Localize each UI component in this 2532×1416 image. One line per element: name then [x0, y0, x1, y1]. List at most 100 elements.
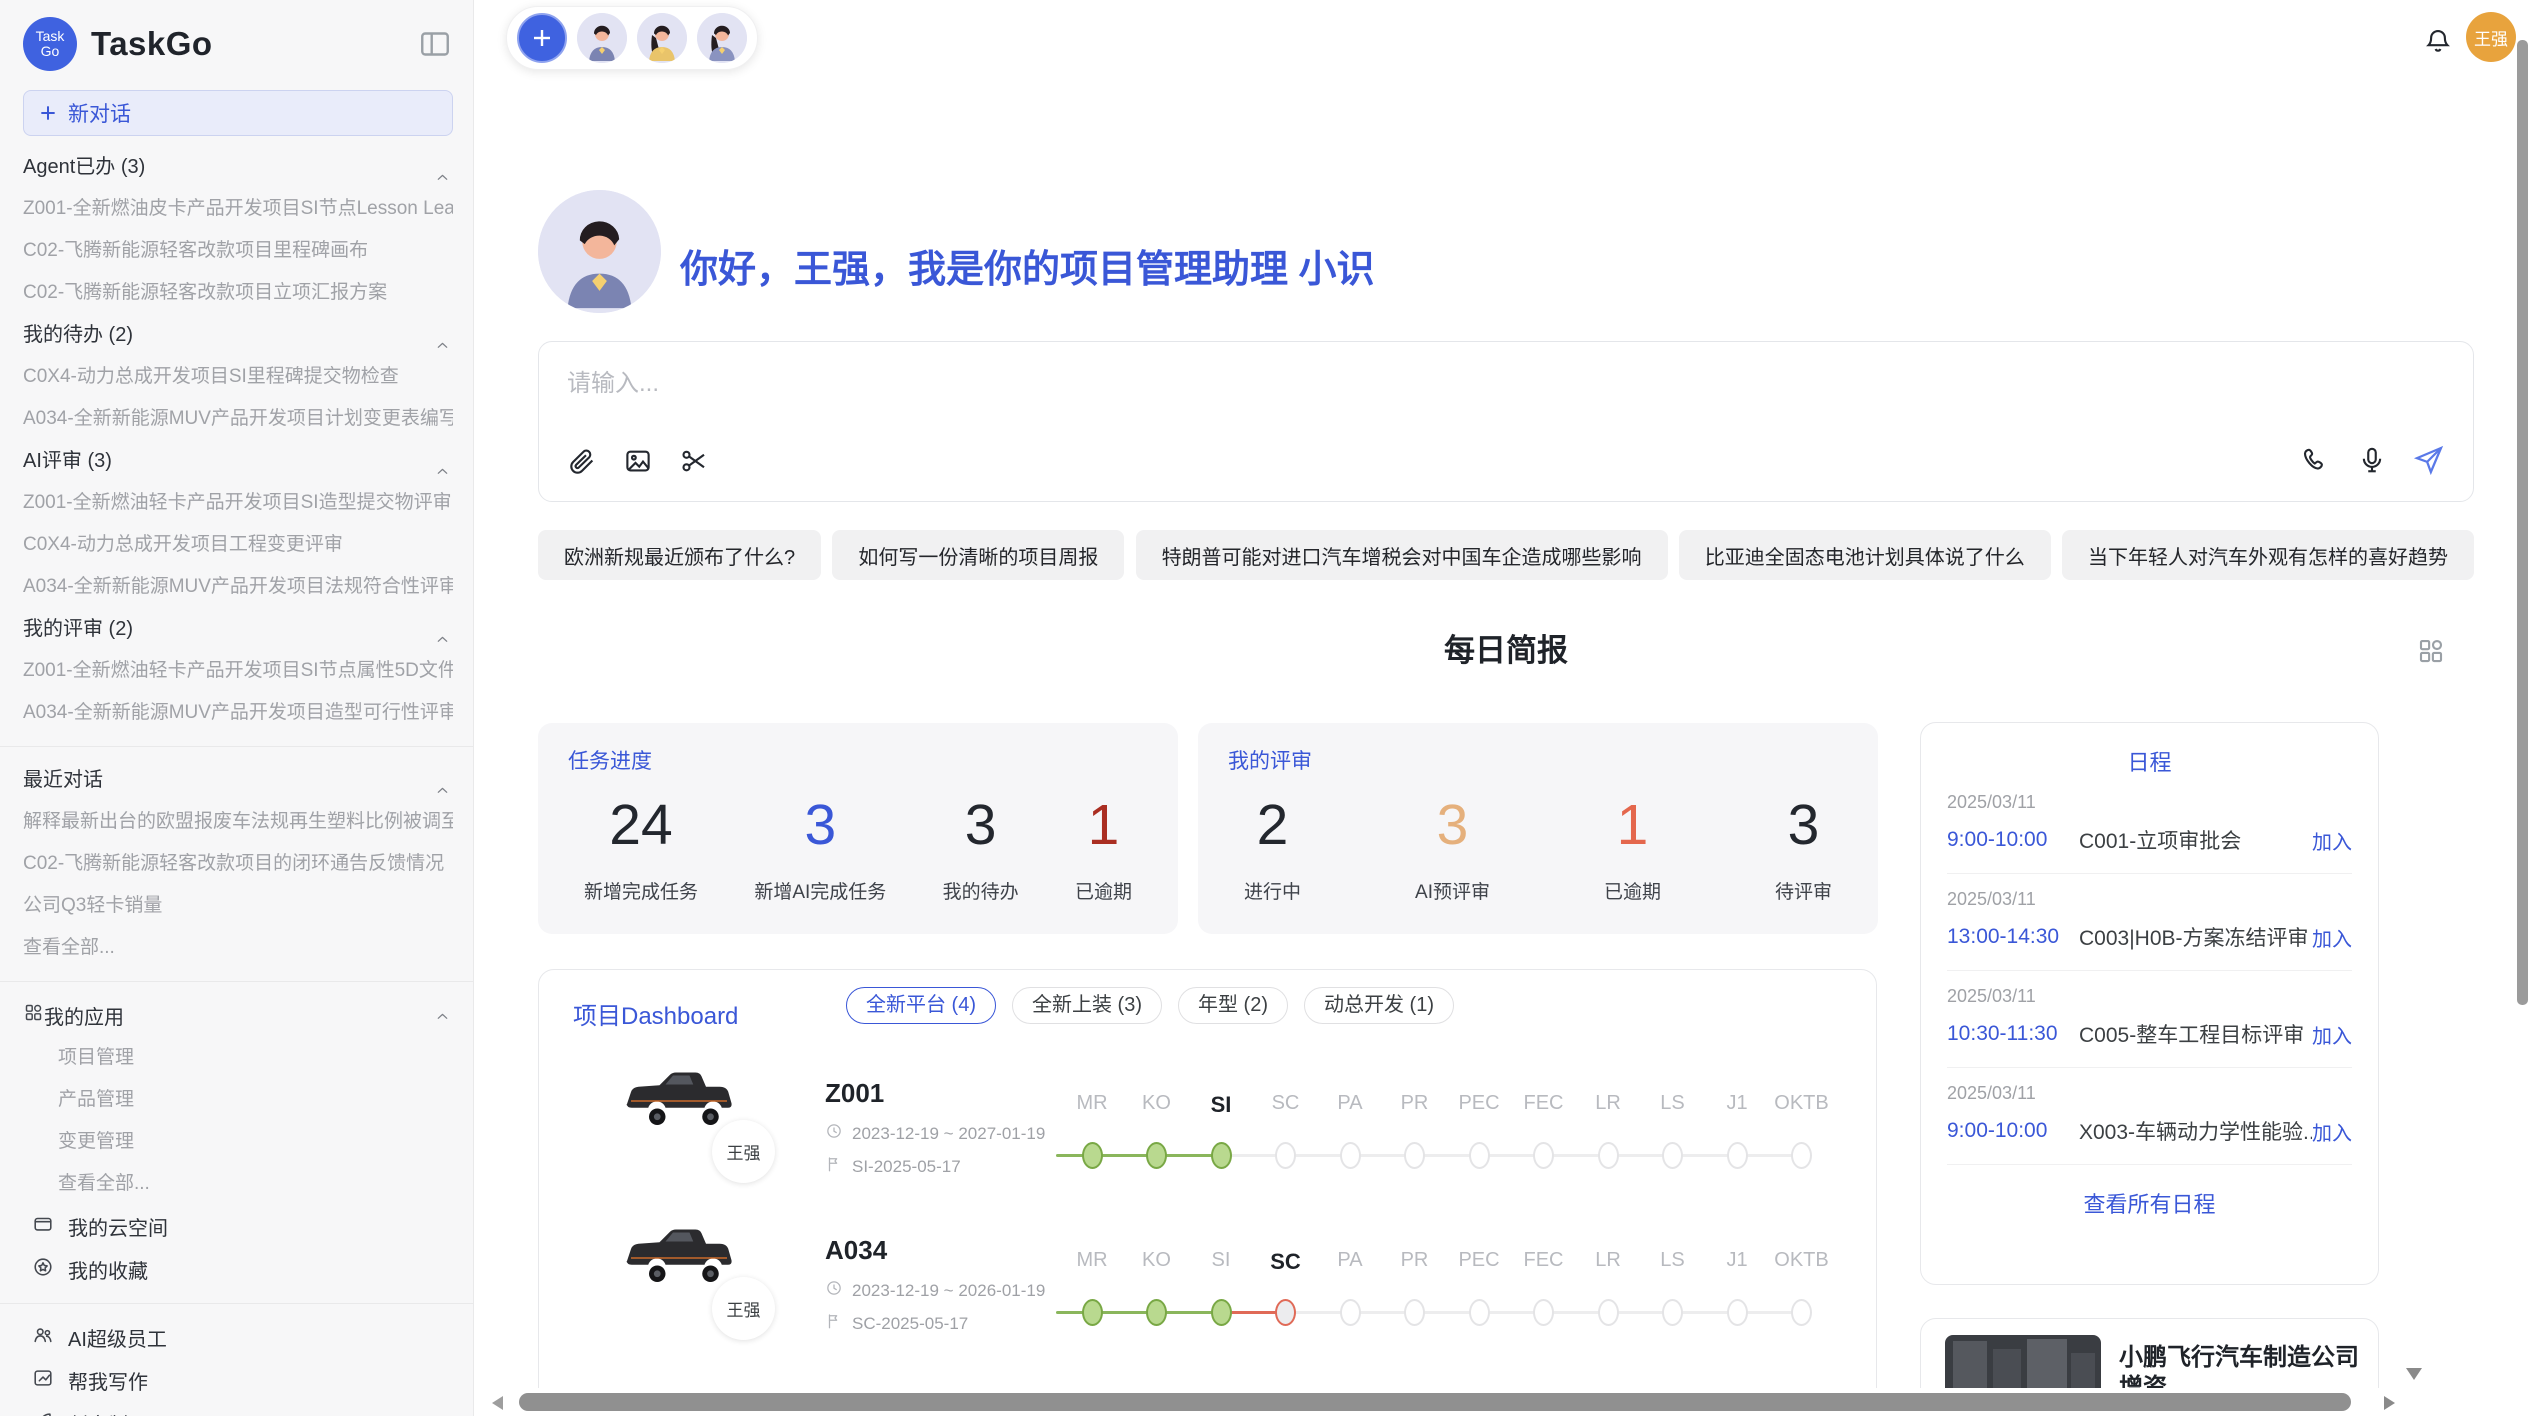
- sidebar-task-item[interactable]: Z001-全新燃油轻卡产品开发项目SI造型提交物评审: [23, 482, 453, 524]
- join-meeting-link[interactable]: 加入: [2312, 826, 2352, 855]
- chevron-up-icon[interactable]: [434, 621, 451, 650]
- user-avatar[interactable]: 王强: [2466, 12, 2516, 62]
- sidebar-link-favorites[interactable]: 我的收藏: [23, 1248, 453, 1291]
- dashboard-tab[interactable]: 年型 (2): [1178, 987, 1288, 1024]
- suggestion-chip[interactable]: 如何写一份清晰的项目周报: [832, 530, 1124, 580]
- scroll-down-arrow[interactable]: [2406, 1368, 2422, 1380]
- chevron-up-icon[interactable]: [434, 453, 451, 482]
- milestone-dot-j1[interactable]: [1727, 1142, 1748, 1169]
- milestone-dot-mr[interactable]: [1082, 1299, 1103, 1326]
- milestone-dot-si[interactable]: [1211, 1142, 1232, 1169]
- milestone-dot-sc[interactable]: [1275, 1299, 1296, 1326]
- sidebar-task-item[interactable]: A034-全新新能源MUV产品开发项目法规符合性评审: [23, 566, 453, 608]
- scroll-left-arrow[interactable]: [492, 1396, 503, 1410]
- milestone-dot-si[interactable]: [1211, 1299, 1232, 1326]
- agent-avatar-1[interactable]: [577, 13, 627, 63]
- chevron-up-icon[interactable]: [434, 1008, 451, 1031]
- sidebar-task-item[interactable]: C02-飞腾新能源轻客改款项目立项汇报方案: [23, 272, 453, 314]
- sidebar-task-item[interactable]: A034-全新新能源MUV产品开发项目造型可行性评审: [23, 692, 453, 734]
- milestone-dot-ls[interactable]: [1662, 1142, 1683, 1169]
- schedule-entry[interactable]: 2025/03/119:00-10:00C001-立项审批会加入: [1947, 777, 2352, 874]
- dashboard-tab[interactable]: 全新上装 (3): [1012, 987, 1162, 1024]
- milestone-dot-j1[interactable]: [1727, 1299, 1748, 1326]
- sidebar-link-cloud-space[interactable]: 我的云空间: [23, 1205, 453, 1248]
- send-icon[interactable]: [2413, 444, 2445, 481]
- app-link-item[interactable]: 项目管理: [23, 1037, 453, 1079]
- dashboard-tab[interactable]: 动总开发 (1): [1304, 987, 1454, 1024]
- sidebar-task-item[interactable]: C02-飞腾新能源轻客改款项目里程碑画布: [23, 230, 453, 272]
- recent-conversations[interactable]: 最近对话: [23, 759, 453, 801]
- sidebar-task-item[interactable]: A034-全新新能源MUV产品开发项目计划变更表编写: [23, 398, 453, 440]
- chat-input[interactable]: [567, 364, 2067, 404]
- milestone-dot-lr[interactable]: [1598, 1299, 1619, 1326]
- app-link-item[interactable]: 产品管理: [23, 1079, 453, 1121]
- image-upload-icon[interactable]: [623, 446, 653, 481]
- schedule-entry[interactable]: 2025/03/1110:30-11:30C005-整车工程目标评审加入: [1947, 971, 2352, 1068]
- recent-conversation-item[interactable]: 查看全部...: [23, 927, 453, 969]
- sidebar-task-item[interactable]: Z001-全新燃油皮卡产品开发项目SI节点Lesson Learn报告: [23, 188, 453, 230]
- milestone-dot-pec[interactable]: [1469, 1299, 1490, 1326]
- sidebar-task-item[interactable]: C0X4-动力总成开发项目工程变更评审: [23, 524, 453, 566]
- milestone-dot-oktb[interactable]: [1791, 1142, 1812, 1169]
- sidebar-section-3[interactable]: 我的评审 (2): [23, 608, 453, 650]
- milestone-dot-lr[interactable]: [1598, 1142, 1619, 1169]
- sidebar-tool-1[interactable]: 帮我写作: [23, 1359, 453, 1402]
- milestone-dot-sc[interactable]: [1275, 1142, 1296, 1169]
- microphone-icon[interactable]: [2357, 445, 2387, 480]
- sidebar-task-item[interactable]: C0X4-动力总成开发项目SI里程碑提交物检查: [23, 356, 453, 398]
- scissors-icon[interactable]: [679, 446, 709, 481]
- sidebar-section-2[interactable]: AI评审 (3): [23, 440, 453, 482]
- project-row-a034[interactable]: 王强A0342023-12-19 ~ 2026-01-19SC-2025-05-…: [539, 1213, 1877, 1373]
- sidebar-task-item[interactable]: Z001-全新燃油轻卡产品开发项目SI节点属性5D文件评审: [23, 650, 453, 692]
- new-chat-button[interactable]: 新对话: [23, 90, 453, 136]
- project-row-z001[interactable]: 王强Z0012023-12-19 ~ 2027-01-19SI-2025-05-…: [539, 1056, 1877, 1216]
- sidebar-my-apps[interactable]: 我的应用: [23, 994, 453, 1037]
- sidebar-section-1[interactable]: 我的待办 (2): [23, 314, 453, 356]
- milestone-dot-ko[interactable]: [1146, 1299, 1167, 1326]
- suggestion-chip[interactable]: 当下年轻人对汽车外观有怎样的喜好趋势: [2062, 530, 2474, 580]
- schedule-entry[interactable]: 2025/03/1113:00-14:30C003|H0B-方案冻结评审加入: [1947, 874, 2352, 971]
- collapse-sidebar-icon[interactable]: [417, 26, 453, 62]
- dashboard-tab[interactable]: 全新平台 (4): [846, 987, 996, 1024]
- suggestion-chip[interactable]: 欧洲新规最近颁布了什么?: [538, 530, 821, 580]
- app-link-item[interactable]: 变更管理: [23, 1121, 453, 1163]
- chevron-up-icon[interactable]: [434, 772, 451, 801]
- sidebar-tool-2[interactable]: 创意制图: [23, 1402, 453, 1416]
- agent-avatar-3[interactable]: [697, 13, 747, 63]
- chevron-up-icon[interactable]: [434, 159, 451, 188]
- milestone-dot-fec[interactable]: [1533, 1299, 1554, 1326]
- milestone-dot-ls[interactable]: [1662, 1299, 1683, 1326]
- milestone-dot-pr[interactable]: [1404, 1299, 1425, 1326]
- milestone-dot-pec[interactable]: [1469, 1142, 1490, 1169]
- chevron-up-icon[interactable]: [434, 327, 451, 356]
- notifications-bell-icon[interactable]: [2423, 26, 2453, 61]
- sidebar-tool-0[interactable]: AI超级员工: [23, 1316, 453, 1359]
- agent-avatar-2[interactable]: [637, 13, 687, 63]
- suggestion-chip[interactable]: 比亚迪全固态电池计划具体说了什么: [1679, 530, 2051, 580]
- milestone-dot-pr[interactable]: [1404, 1142, 1425, 1169]
- join-meeting-link[interactable]: 加入: [2312, 923, 2352, 952]
- recent-conversation-item[interactable]: 解释最新出台的欧盟报废车法规再生塑料比例被调至15%...: [23, 801, 453, 843]
- schedule-entry[interactable]: 2025/03/119:00-10:00X003-车辆动力学性能验...加入: [1947, 1068, 2352, 1165]
- recent-conversation-item[interactable]: C02-飞腾新能源轻客改款项目的闭环通告反馈情况: [23, 843, 453, 885]
- voice-call-icon[interactable]: [2301, 445, 2331, 480]
- horizontal-scrollbar-thumb[interactable]: [519, 1393, 2351, 1411]
- milestone-dot-ko[interactable]: [1146, 1142, 1167, 1169]
- join-meeting-link[interactable]: 加入: [2312, 1020, 2352, 1049]
- milestone-dot-mr[interactable]: [1082, 1142, 1103, 1169]
- attachment-icon[interactable]: [567, 446, 597, 481]
- add-conversation-button[interactable]: [517, 13, 567, 63]
- recent-conversation-item[interactable]: 公司Q3轻卡销量: [23, 885, 453, 927]
- join-meeting-link[interactable]: 加入: [2312, 1117, 2352, 1146]
- milestone-dot-pa[interactable]: [1340, 1299, 1361, 1326]
- vertical-scrollbar-thumb[interactable]: [2517, 40, 2528, 1005]
- sidebar-section-0[interactable]: Agent已办 (3): [23, 146, 453, 188]
- milestone-dot-pa[interactable]: [1340, 1142, 1361, 1169]
- view-all-schedule-link[interactable]: 查看所有日程: [1947, 1187, 2352, 1219]
- milestone-dot-fec[interactable]: [1533, 1142, 1554, 1169]
- suggestion-chip[interactable]: 特朗普可能对进口汽车增税会对中国车企造成哪些影响: [1136, 530, 1668, 580]
- briefing-layout-icon[interactable]: [2416, 636, 2446, 671]
- scroll-right-arrow[interactable]: [2384, 1396, 2395, 1410]
- milestone-dot-oktb[interactable]: [1791, 1299, 1812, 1326]
- app-link-item[interactable]: 查看全部...: [23, 1163, 453, 1205]
